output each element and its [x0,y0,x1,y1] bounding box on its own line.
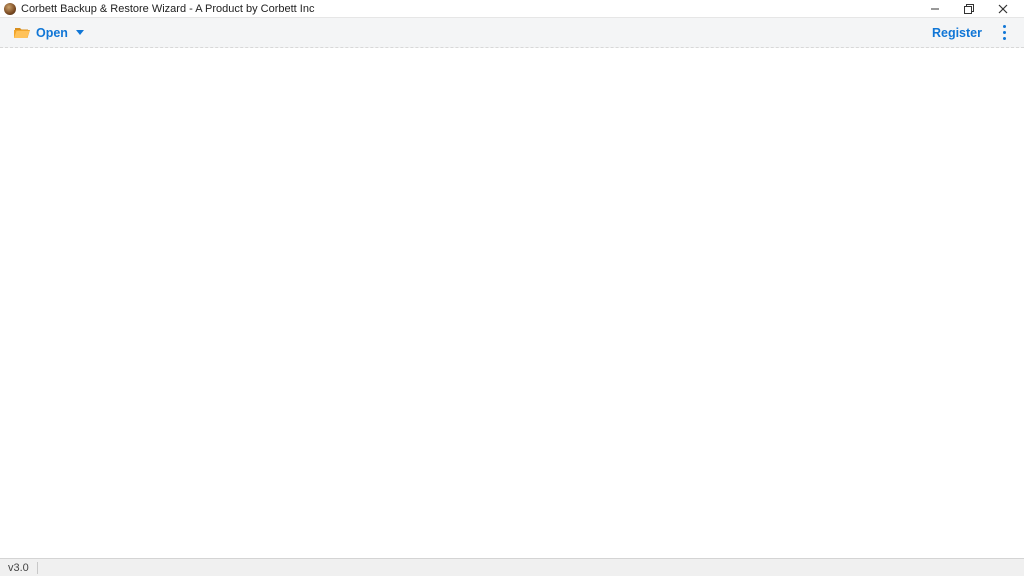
statusbar-separator [37,562,38,574]
minimize-button[interactable] [918,0,952,18]
app-icon [4,3,16,15]
minimize-icon [930,4,940,14]
window-title: Corbett Backup & Restore Wizard - A Prod… [21,3,314,15]
titlebar: Corbett Backup & Restore Wizard - A Prod… [0,0,1024,18]
close-icon [998,4,1008,14]
more-menu-button[interactable] [992,21,1016,45]
maximize-icon [964,4,974,14]
register-link[interactable]: Register [926,22,988,44]
more-vertical-icon [1003,24,1006,42]
maximize-button[interactable] [952,0,986,18]
open-button[interactable]: Open [8,22,90,44]
statusbar: v3.0 [0,558,1024,576]
chevron-down-icon [76,30,84,35]
close-button[interactable] [986,0,1020,18]
open-button-label: Open [36,26,68,40]
register-link-label: Register [932,26,982,40]
content-area [0,48,1024,558]
version-label: v3.0 [8,562,29,574]
folder-open-icon [14,26,30,39]
toolbar: Open Register [0,18,1024,48]
